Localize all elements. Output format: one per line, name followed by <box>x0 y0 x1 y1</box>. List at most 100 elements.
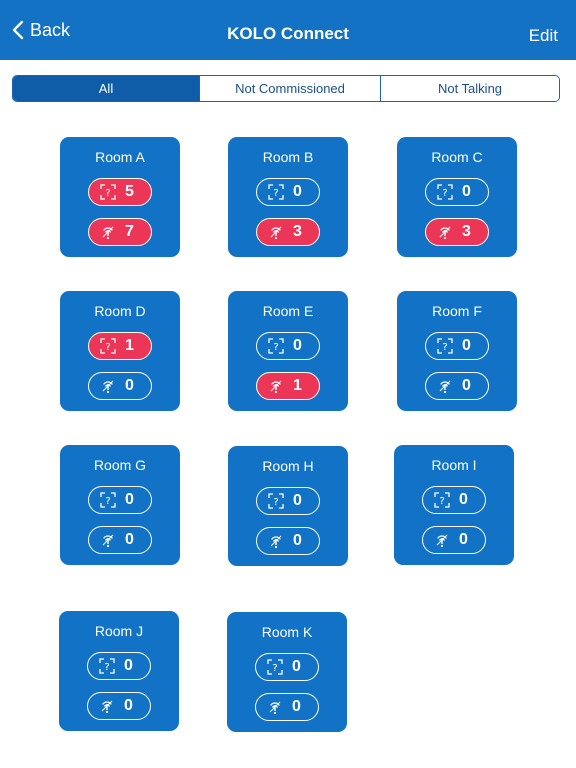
not-commissioned-count: 0 <box>125 491 134 508</box>
not-talking-count: 0 <box>459 531 468 548</box>
not-commissioned-count: 1 <box>125 337 134 354</box>
not-talking-count: 0 <box>462 377 471 394</box>
room-card-room-c[interactable]: Room C? 0 3 <box>397 137 517 257</box>
not-talking-count: 0 <box>125 377 134 394</box>
navigation-bar: Back KOLO Connect Edit <box>0 0 576 60</box>
not-talking-count: 0 <box>292 698 301 715</box>
not-commissioned-badge[interactable]: ? 0 <box>425 332 489 360</box>
room-name: Room B <box>262 149 314 165</box>
not-commissioned-badge[interactable]: ? 0 <box>256 178 320 206</box>
svg-text:?: ? <box>272 663 277 674</box>
svg-text:?: ? <box>273 188 278 199</box>
not-commissioned-badge[interactable]: ? 0 <box>88 486 152 514</box>
unknown-device-icon: ? <box>99 658 115 674</box>
unknown-device-icon: ? <box>434 492 450 508</box>
not-commissioned-count: 0 <box>292 658 301 675</box>
room-name: Room F <box>432 303 482 319</box>
edit-button[interactable]: Edit <box>529 26 558 46</box>
unknown-device-icon: ? <box>268 338 284 354</box>
not-commissioned-badge[interactable]: ? 0 <box>255 653 319 681</box>
room-card-room-j[interactable]: Room J ? 0 0 <box>59 611 179 731</box>
not-commissioned-badge[interactable]: ? 0 <box>256 332 320 360</box>
room-name: Room J <box>94 623 144 639</box>
not-talking-badge[interactable]: 3 <box>256 218 320 246</box>
svg-text:?: ? <box>104 662 109 673</box>
room-name: Room K <box>261 624 313 640</box>
room-name: Room C <box>431 149 483 165</box>
signal-lost-icon <box>99 698 115 714</box>
room-card-room-g[interactable]: Room G? 0 0 <box>60 445 180 565</box>
not-talking-badge[interactable]: 1 <box>256 372 320 400</box>
room-name: Room H <box>262 458 314 474</box>
not-talking-badge[interactable]: 0 <box>88 526 152 554</box>
signal-lost-icon <box>100 224 116 240</box>
unknown-device-icon: ? <box>100 338 116 354</box>
svg-text:?: ? <box>105 496 110 507</box>
not-talking-badge[interactable]: 0 <box>88 372 152 400</box>
room-card-room-f[interactable]: Room F ? 0 0 <box>397 291 517 411</box>
svg-text:?: ? <box>439 496 444 507</box>
not-commissioned-badge[interactable]: ? 0 <box>87 652 151 680</box>
unknown-device-icon: ? <box>100 492 116 508</box>
room-name: Room A <box>95 149 145 165</box>
not-talking-badge[interactable]: 0 <box>422 526 486 554</box>
not-commissioned-count: 0 <box>462 183 471 200</box>
not-talking-count: 7 <box>125 223 134 240</box>
not-talking-badge[interactable]: 3 <box>425 218 489 246</box>
not-talking-count: 0 <box>293 532 302 549</box>
room-card-room-i[interactable]: Room I? 0 0 <box>394 445 514 565</box>
tab-not-talking[interactable]: Not Talking <box>381 76 559 101</box>
room-card-room-k[interactable]: Room K? 0 0 <box>227 612 347 732</box>
signal-lost-icon <box>100 532 116 548</box>
not-commissioned-count: 0 <box>293 492 302 509</box>
tab-not-commissioned[interactable]: Not Commissioned <box>200 76 381 101</box>
not-commissioned-badge[interactable]: ? 0 <box>256 487 320 515</box>
signal-lost-icon <box>437 378 453 394</box>
svg-text:?: ? <box>273 497 278 508</box>
unknown-device-icon: ? <box>100 184 116 200</box>
room-name: Room E <box>262 303 314 319</box>
tab-all[interactable]: All <box>13 76 200 101</box>
filter-segmented-control: All Not Commissioned Not Talking <box>12 75 560 102</box>
not-commissioned-badge[interactable]: ? 1 <box>88 332 152 360</box>
room-card-room-a[interactable]: Room A? 5 7 <box>60 137 180 257</box>
signal-lost-icon <box>100 378 116 394</box>
unknown-device-icon: ? <box>267 659 283 675</box>
not-talking-count: 0 <box>125 531 134 548</box>
not-commissioned-count: 0 <box>293 337 302 354</box>
svg-text:?: ? <box>273 342 278 353</box>
not-talking-count: 1 <box>293 377 302 394</box>
svg-text:?: ? <box>105 188 110 199</box>
not-talking-badge[interactable]: 0 <box>425 372 489 400</box>
signal-lost-icon <box>268 533 284 549</box>
not-commissioned-badge[interactable]: ? 5 <box>88 178 152 206</box>
signal-lost-icon <box>268 378 284 394</box>
svg-text:?: ? <box>442 342 447 353</box>
signal-lost-icon <box>268 224 284 240</box>
not-talking-badge[interactable]: 7 <box>88 218 152 246</box>
not-commissioned-badge[interactable]: ? 0 <box>422 486 486 514</box>
room-card-room-e[interactable]: Room E? 0 1 <box>228 291 348 411</box>
not-talking-count: 0 <box>124 697 133 714</box>
unknown-device-icon: ? <box>437 338 453 354</box>
not-talking-badge[interactable]: 0 <box>256 527 320 555</box>
unknown-device-icon: ? <box>437 184 453 200</box>
not-commissioned-badge[interactable]: ? 0 <box>425 178 489 206</box>
not-talking-badge[interactable]: 0 <box>255 693 319 721</box>
unknown-device-icon: ? <box>268 184 284 200</box>
not-talking-count: 3 <box>293 223 302 240</box>
room-card-room-d[interactable]: Room D? 1 0 <box>60 291 180 411</box>
not-talking-badge[interactable]: 0 <box>87 692 151 720</box>
room-name: Room G <box>93 457 147 473</box>
room-name: Room I <box>431 457 477 473</box>
not-commissioned-count: 0 <box>293 183 302 200</box>
not-commissioned-count: 0 <box>459 491 468 508</box>
not-commissioned-count: 5 <box>125 183 134 200</box>
svg-text:?: ? <box>442 188 447 199</box>
signal-lost-icon <box>437 224 453 240</box>
svg-text:?: ? <box>105 342 110 353</box>
room-card-room-h[interactable]: Room H? 0 0 <box>228 446 348 566</box>
signal-lost-icon <box>267 699 283 715</box>
room-card-room-b[interactable]: Room B? 0 3 <box>228 137 348 257</box>
page-title: KOLO Connect <box>227 24 349 43</box>
